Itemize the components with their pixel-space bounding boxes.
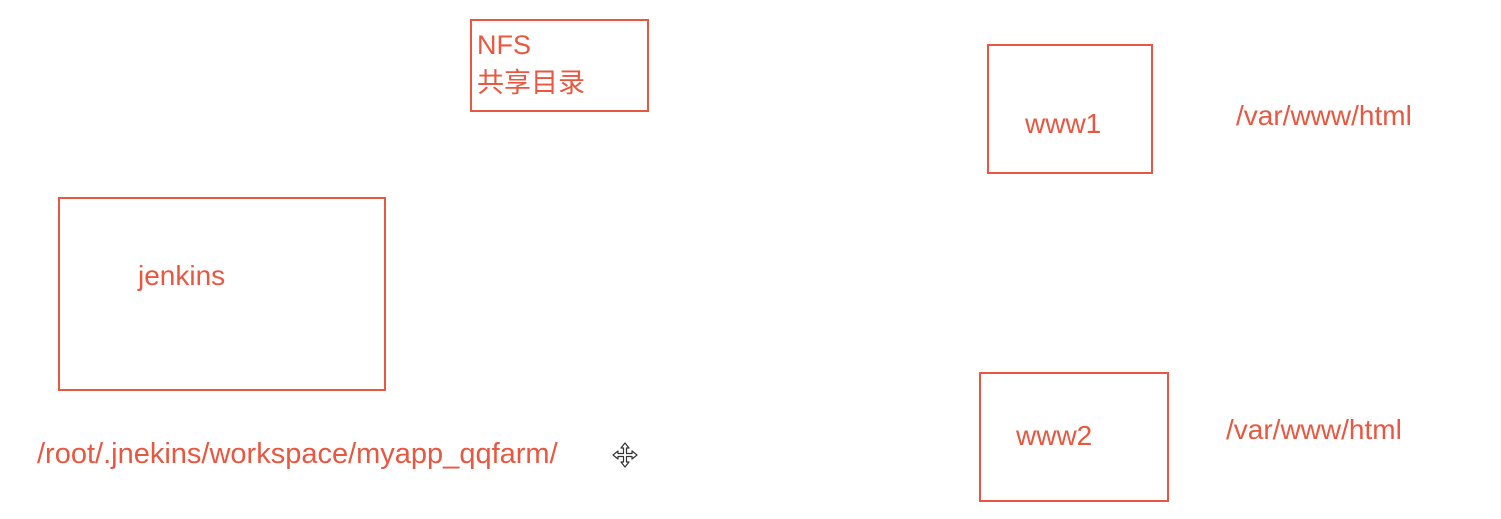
www2-label: www2 (1016, 420, 1093, 451)
www2-path: /var/www/html (1226, 414, 1402, 445)
jenkins-path: /root/.jnekins/workspace/myapp_qqfarm/ (37, 438, 558, 470)
nfs-subtitle: 共享目录 (477, 68, 585, 99)
jenkins-box (58, 197, 386, 391)
www1-label: www1 (1025, 108, 1102, 139)
nfs-title: NFS (477, 30, 531, 60)
jenkins-label: jenkins (138, 260, 226, 291)
move-cursor-icon (612, 442, 638, 468)
www1-path: /var/www/html (1236, 100, 1412, 131)
